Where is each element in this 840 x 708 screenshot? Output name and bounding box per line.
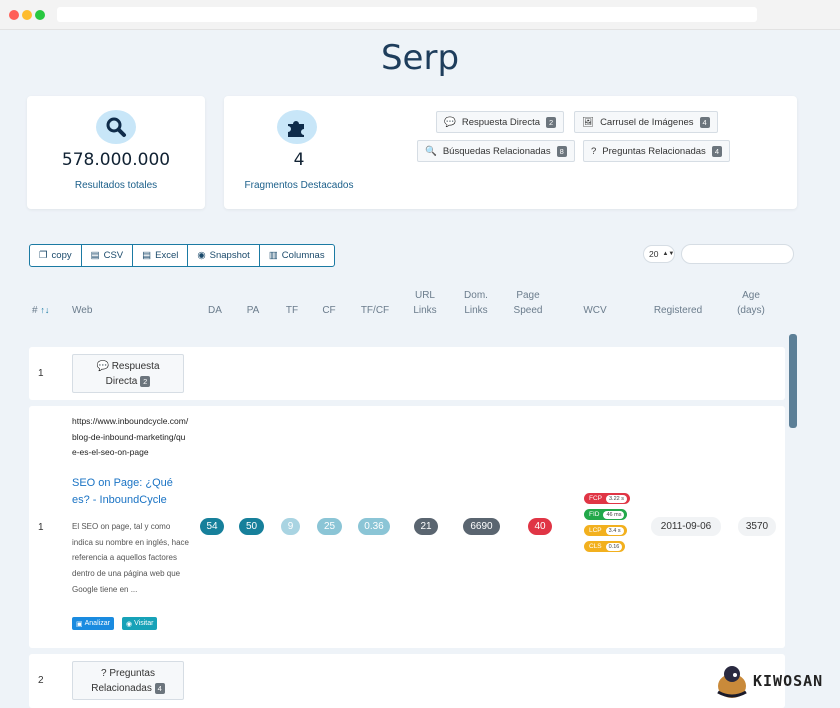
row-number: 2 [38, 675, 44, 686]
total-results-value: 578.000.000 [61, 150, 171, 170]
group-respuesta-directa[interactable]: 💬 Respuesta Directa 2 [72, 354, 184, 393]
page-size-select[interactable]: 20 ▲▼ [643, 245, 675, 263]
col-header-cf[interactable]: CF [314, 303, 344, 318]
da-badge: 54 [200, 518, 224, 535]
file-excel-icon: ▤ [142, 250, 152, 261]
csv-button[interactable]: ▤ CSV [82, 245, 134, 266]
eye-icon: ◉ [197, 250, 206, 261]
result-description: El SEO on page, tal y como indica su nom… [72, 522, 189, 594]
question-circle-icon: ? [101, 667, 107, 679]
tfcf-badge: 0.36 [358, 518, 390, 535]
columns-icon: ▥ [268, 250, 278, 261]
col-header-tf[interactable]: TF [277, 303, 307, 318]
table-search-input[interactable] [681, 244, 794, 264]
snippet-busquedas-relacionadas[interactable]: 🔍 Búsquedas Relacionadas 8 [417, 140, 575, 162]
chevron-updown-icon: ▲▼ [662, 251, 675, 257]
visit-button[interactable]: ◉ Visitar [122, 617, 158, 630]
registered-date: 2011-09-06 [651, 517, 721, 536]
snapshot-button[interactable]: ◉ Snapshot [188, 245, 260, 266]
col-header-pa[interactable]: PA [238, 303, 268, 318]
close-window-dot[interactable] [9, 10, 19, 20]
result-url: https://www.inboundcycle.com/blog-de-inb… [72, 416, 189, 457]
question-circle-icon: ? [591, 145, 597, 157]
pa-badge: 50 [239, 518, 264, 535]
speech-bubble-icon: 💬 [96, 360, 109, 372]
total-results-label: Resultados totales [74, 180, 158, 191]
col-header-num[interactable]: # ↑↓ [32, 303, 49, 318]
browser-chrome [0, 0, 840, 30]
brand-name: KIWOSAN [753, 672, 824, 690]
col-header-age[interactable]: Age (days) [730, 288, 772, 318]
sort-icon: ↑↓ [40, 305, 50, 315]
copy-button[interactable]: ❐ copy [30, 245, 82, 266]
search-icon [96, 110, 136, 144]
page-title: Serp [380, 38, 460, 78]
search-icon: 🔍 [425, 145, 437, 157]
col-header-url-links[interactable]: URL Links [405, 288, 445, 318]
url-links-badge: 21 [414, 518, 438, 535]
cf-badge: 25 [317, 518, 342, 535]
table-scrollbar[interactable] [789, 334, 797, 428]
col-header-wcv[interactable]: WCV [580, 303, 610, 318]
speech-bubble-icon: 💬 [444, 116, 456, 128]
wcv-cls: CLS 0.16 [584, 541, 626, 552]
snippet-carrusel-imagenes[interactable]: 🖼 Carrusel de Imágenes 4 [574, 111, 718, 133]
file-csv-icon: ▤ [90, 250, 100, 261]
wcv-lcp: LCP 3.4 s [584, 525, 627, 536]
row-number: 1 [38, 522, 44, 533]
address-bar[interactable] [57, 7, 757, 22]
row-number: 1 [38, 368, 44, 379]
age-days: 3570 [738, 517, 776, 536]
images-icon: 🖼 [582, 116, 595, 128]
export-toolbar: ❐ copy ▤ CSV ▤ Excel ◉ Snapshot ▥ Columnas [29, 244, 335, 267]
minimize-window-dot[interactable] [22, 10, 32, 20]
copy-icon: ❐ [39, 250, 48, 261]
eye-icon: ◉ [126, 620, 133, 628]
featured-count: 4 [293, 150, 305, 170]
chart-icon: ▣ [76, 620, 83, 628]
col-header-dom-links[interactable]: Dom. Links [455, 288, 497, 318]
snippet-respuesta-directa[interactable]: 💬 Respuesta Directa 2 [436, 111, 565, 133]
group-preguntas-relacionadas[interactable]: ? Preguntas Relacionadas 4 [72, 661, 184, 700]
maximize-window-dot[interactable] [35, 10, 45, 20]
snippet-preguntas-relacionadas[interactable]: ? Preguntas Relacionadas 4 [583, 140, 730, 162]
col-header-page-speed[interactable]: Page Speed [507, 288, 549, 318]
puzzle-icon [277, 110, 317, 144]
col-header-tfcf[interactable]: TF/CF [355, 303, 395, 318]
col-header-registered[interactable]: Registered [645, 303, 711, 318]
col-header-web[interactable]: Web [72, 303, 92, 318]
wcv-fid: FID 46 ms [584, 509, 628, 520]
tf-badge: 9 [281, 518, 300, 535]
col-header-da[interactable]: DA [200, 303, 230, 318]
excel-button[interactable]: ▤ Excel [133, 245, 189, 266]
dom-links-badge: 6690 [463, 518, 500, 535]
page-speed-badge: 40 [528, 518, 552, 535]
columns-button[interactable]: ▥ Columnas [260, 245, 334, 266]
analyze-button[interactable]: ▣ Analizar [72, 617, 114, 630]
featured-label: Fragmentos Destacados [244, 180, 354, 191]
wcv-fcp: FCP 3.22 s [584, 493, 630, 504]
result-title-link[interactable]: SEO on Page: ¿Qué es? - InboundCycle [72, 475, 192, 509]
